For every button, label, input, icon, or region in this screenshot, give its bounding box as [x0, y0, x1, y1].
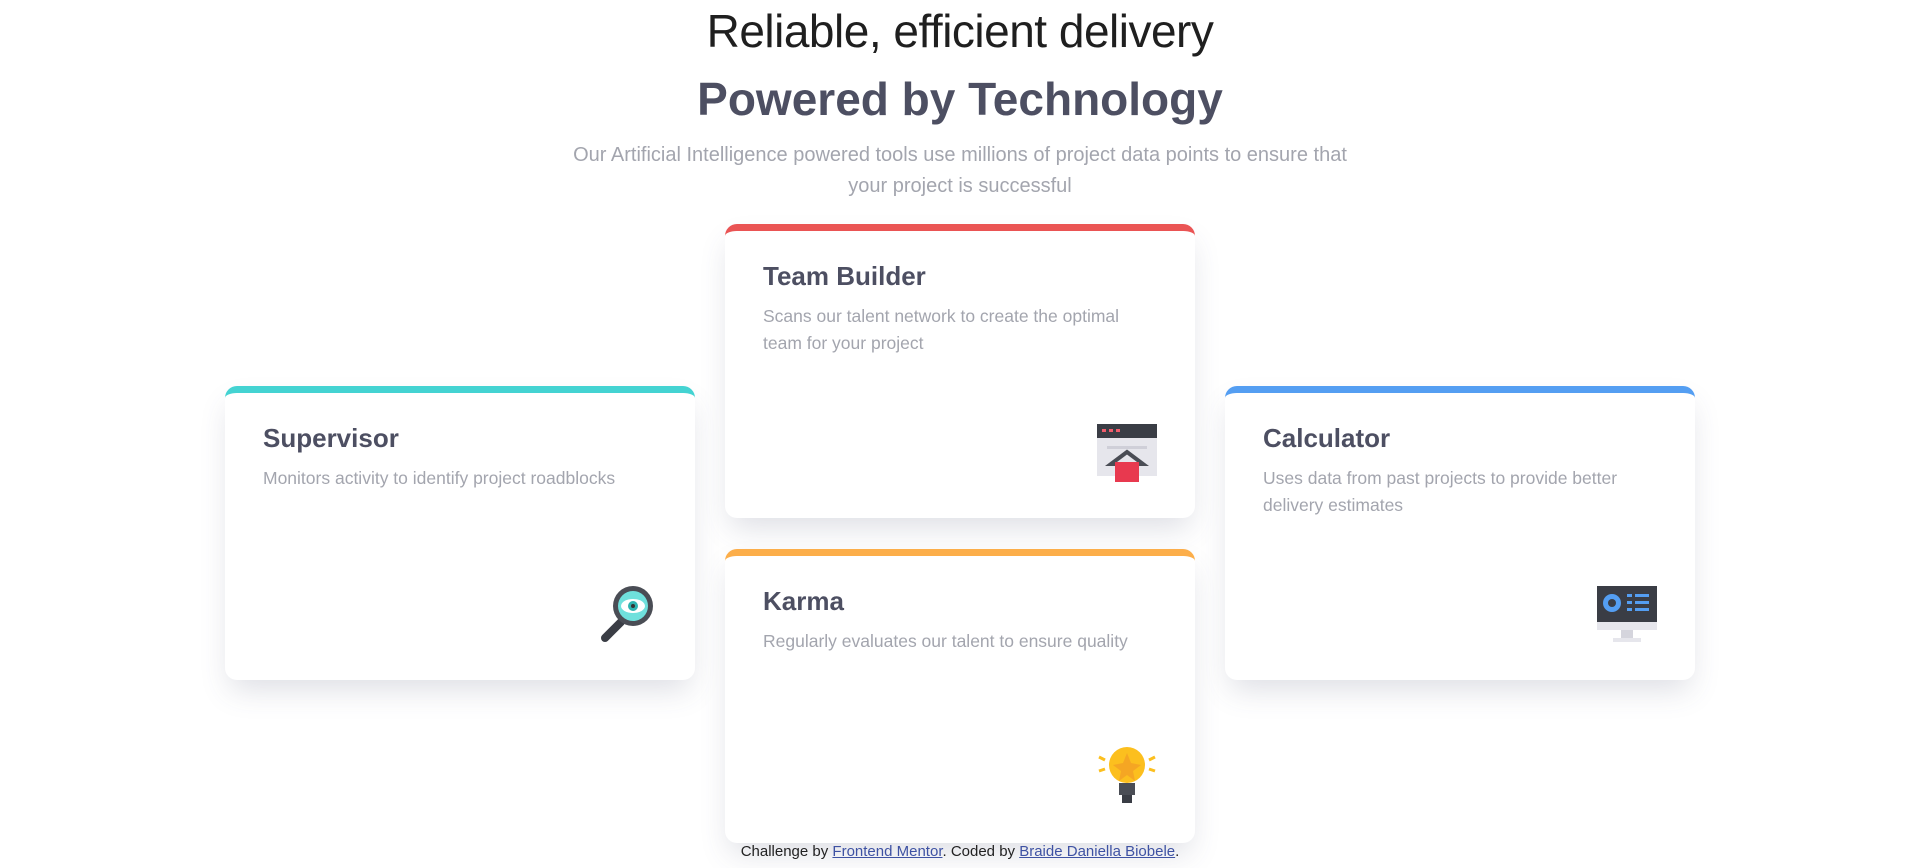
- card-title: Calculator: [1263, 423, 1391, 453]
- tagline: Reliable, efficient delivery: [706, 5, 1214, 57]
- lightbulb-icon: [1098, 747, 1156, 803]
- card-calculator: Calculator Uses data from past projects …: [1225, 386, 1695, 680]
- card-description: Regularly evaluates our talent to ensure…: [763, 631, 1128, 651]
- footer-text: .: [1175, 843, 1180, 860]
- browser-house-icon: [1097, 424, 1157, 482]
- card-description: Uses data from past projects to provide …: [1263, 468, 1618, 515]
- author-link[interactable]: Braide Daniella Biobele: [1019, 843, 1175, 860]
- card-team-builder: Team Builder Scans our talent network to…: [725, 224, 1195, 518]
- magnifier-eye-icon: [601, 586, 653, 642]
- card-title: Karma: [763, 586, 844, 616]
- footer-text: Challenge by: [740, 843, 833, 860]
- card-supervisor: Supervisor Monitors activity to identify…: [225, 386, 695, 680]
- card-title: Supervisor: [263, 423, 399, 453]
- frontend-mentor-link[interactable]: Frontend Mentor: [832, 843, 942, 860]
- card-description: Scans our talent network to create the o…: [763, 306, 1120, 353]
- card-karma: Karma Regularly evaluates our talent to …: [725, 549, 1195, 843]
- page-title: Powered by Technology: [697, 73, 1223, 125]
- monitor-chart-icon: [1597, 586, 1657, 642]
- page-subtitle: Our Artificial Intelligence powered tool…: [573, 144, 1347, 197]
- footer-text: . Coded by: [942, 843, 1020, 860]
- card-title: Team Builder: [763, 261, 926, 291]
- attribution-footer: Challenge by Frontend Mentor. Coded by B…: [0, 843, 1920, 860]
- card-description: Monitors activity to identify project ro…: [263, 468, 616, 488]
